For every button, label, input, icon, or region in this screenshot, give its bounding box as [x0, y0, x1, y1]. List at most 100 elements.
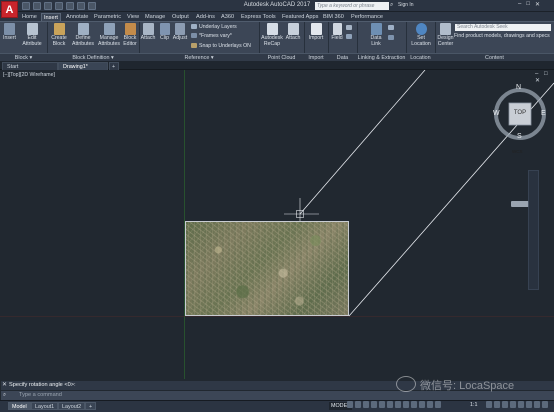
- command-search-icon[interactable]: ⌕: [3, 392, 6, 399]
- clip-button[interactable]: Clip: [158, 22, 171, 42]
- lineweight-icon[interactable]: [403, 401, 409, 408]
- navigation-bar[interactable]: [528, 170, 539, 290]
- search-icon[interactable]: ⌕: [390, 2, 393, 9]
- tab-performance[interactable]: Performance: [349, 13, 385, 21]
- extract-data-icon[interactable]: [388, 25, 394, 31]
- linking-small-tools: [388, 25, 396, 31]
- grid-icon[interactable]: [347, 401, 353, 408]
- tab-output[interactable]: Output: [170, 13, 191, 21]
- pointcloud-attach-icon: [287, 23, 299, 35]
- block-editor-icon: [124, 23, 136, 35]
- new-tab-button[interactable]: +: [109, 62, 119, 70]
- sign-in-button[interactable]: Sign In: [398, 2, 414, 8]
- autocad-logo-button[interactable]: A: [1, 1, 18, 18]
- isolate-objects-icon[interactable]: [518, 401, 524, 408]
- autodesk-seek-search[interactable]: Search Autodesk Seek: [455, 24, 551, 31]
- layout-tab-layout1[interactable]: Layout1: [31, 402, 59, 410]
- attach-button[interactable]: Attach: [140, 22, 156, 42]
- autoscale-icon[interactable]: [435, 401, 441, 408]
- edit-attribute-button[interactable]: Edit Attribute: [20, 22, 44, 48]
- close-button[interactable]: ✕: [535, 1, 540, 8]
- tab-parametric[interactable]: Parametric: [92, 13, 123, 21]
- attach-icon: [142, 23, 154, 35]
- design-center-icon: [440, 23, 451, 35]
- manage-attributes-icon: [103, 23, 115, 35]
- pointcloud-attach-button[interactable]: Attach: [285, 22, 301, 42]
- snap-mode-icon[interactable]: [355, 401, 361, 408]
- rotation-reference-line: [299, 70, 426, 215]
- maximize-button[interactable]: □: [526, 1, 530, 8]
- viewcube-face-label: TOP: [513, 110, 527, 116]
- object-snap-icon[interactable]: [395, 401, 401, 408]
- object-snap-tracking-icon[interactable]: [387, 401, 393, 408]
- underlay-layers-button[interactable]: Underlay Layers: [191, 24, 237, 30]
- tab-insert[interactable]: Insert: [41, 13, 61, 21]
- design-center-button[interactable]: Design Center: [436, 22, 455, 48]
- globe-icon: [415, 23, 427, 35]
- doc-tab-drawing1[interactable]: Drawing1*: [58, 62, 108, 70]
- tab-home[interactable]: Home: [20, 13, 39, 21]
- define-attributes-icon: [77, 23, 89, 35]
- clean-screen-icon[interactable]: [534, 401, 540, 408]
- tab-annotate[interactable]: Annotate: [64, 13, 90, 21]
- define-attributes-button[interactable]: Define Attributes: [70, 22, 96, 48]
- data-link-button[interactable]: Data Link: [366, 22, 386, 48]
- create-block-button[interactable]: Create Block: [50, 22, 68, 48]
- insert-button[interactable]: Insert: [1, 22, 18, 42]
- update-fields-icon[interactable]: [388, 35, 394, 41]
- adjust-button[interactable]: Adjust: [172, 22, 188, 42]
- adjust-icon: [175, 23, 185, 35]
- attached-aerial-image[interactable]: [185, 221, 349, 316]
- field-icon: [332, 23, 342, 35]
- hardware-acceleration-icon[interactable]: [526, 401, 532, 408]
- snap-to-underlays-dropdown[interactable]: Snap to Underlays ON: [191, 43, 251, 49]
- compass-south: S: [517, 133, 522, 140]
- clip-icon: [159, 23, 170, 35]
- new-layout-button[interactable]: +: [85, 402, 97, 410]
- table-icon[interactable]: [346, 25, 352, 31]
- isodraft-icon[interactable]: [379, 401, 385, 408]
- selection-cycling-icon[interactable]: [419, 401, 425, 408]
- wcs-label: WCS: [512, 149, 523, 154]
- polar-tracking-icon[interactable]: [371, 401, 377, 408]
- tab-a360[interactable]: A360: [219, 13, 236, 21]
- search-input[interactable]: Type a keyword or phrase: [315, 2, 389, 10]
- linking-small-tools-2: [388, 35, 396, 41]
- tab-manage[interactable]: Manage: [143, 13, 167, 21]
- field-button[interactable]: Field: [330, 22, 344, 42]
- customization-icon[interactable]: [542, 401, 548, 408]
- quick-properties-icon[interactable]: [510, 401, 516, 408]
- compass-east: E: [541, 110, 546, 117]
- ole-object-icon[interactable]: [346, 34, 352, 40]
- doc-tab-start[interactable]: Start: [2, 62, 58, 70]
- annotation-scale[interactable]: 1:1: [470, 402, 478, 408]
- tab-express-tools[interactable]: Express Tools: [239, 13, 278, 21]
- ortho-icon[interactable]: [363, 401, 369, 408]
- layout-tab-layout2[interactable]: Layout2: [58, 402, 86, 410]
- close-command-line-icon[interactable]: ✕: [2, 381, 7, 388]
- block-editor-button[interactable]: Block Editor: [122, 22, 138, 48]
- transparency-icon[interactable]: [411, 401, 417, 408]
- minimize-button[interactable]: –: [518, 1, 521, 8]
- wcs-menu-button[interactable]: [511, 201, 529, 207]
- tab-view[interactable]: View: [125, 13, 141, 21]
- tab-featured-apps[interactable]: Featured Apps: [280, 13, 320, 21]
- ribbon-panel-titles: Block ▾ Block Definition ▾ Reference ▾ P…: [0, 53, 554, 61]
- create-block-icon: [53, 23, 65, 35]
- layout-tab-model[interactable]: Model: [8, 402, 31, 410]
- frames-vary-dropdown[interactable]: *Frames vary*: [191, 33, 232, 39]
- annotation-monitor-icon[interactable]: [494, 401, 500, 408]
- units-icon[interactable]: [502, 401, 508, 408]
- data-link-icon: [370, 23, 382, 35]
- import-button[interactable]: Import: [306, 22, 326, 42]
- data-small-tools: [346, 25, 354, 31]
- set-location-button[interactable]: Set Location: [409, 22, 433, 48]
- workspace-switching-icon[interactable]: [486, 401, 492, 408]
- manage-attributes-button[interactable]: Manage Attributes: [97, 22, 121, 48]
- window-controls: – □ ✕: [518, 1, 540, 8]
- annotation-visibility-icon[interactable]: [427, 401, 433, 408]
- autodesk-recap-button[interactable]: Autodesk ReCap: [260, 22, 284, 48]
- tab-add-ins[interactable]: Add-ins: [194, 13, 217, 21]
- wechat-logo-icon: [396, 376, 416, 392]
- tab-bim-360[interactable]: BIM 360: [321, 13, 346, 21]
